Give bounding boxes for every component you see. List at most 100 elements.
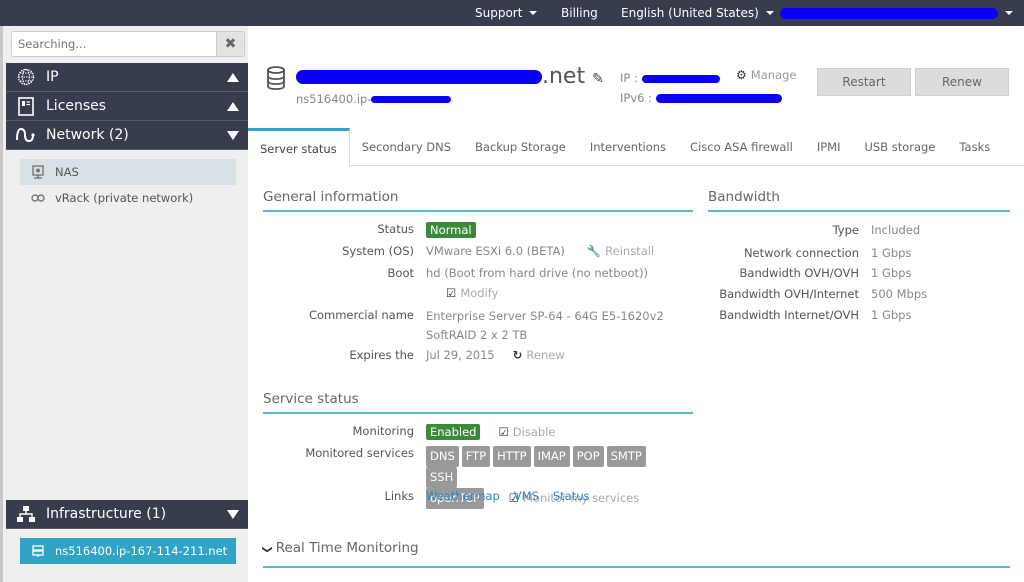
support-menu[interactable]: Support (475, 0, 538, 26)
monitoring-label: Monitoring (352, 424, 415, 438)
tab-usb-storage[interactable]: USB storage (852, 128, 947, 166)
ipv6-label: IPv6 : (620, 91, 652, 105)
boot-value: hd (Boot from hard drive (no netboot)) (426, 266, 649, 280)
support-label: Support (475, 6, 523, 20)
manage-ip-link[interactable]: ⚙ Manage (736, 68, 796, 82)
close-icon: ✖ (224, 36, 237, 52)
commercial-value-line1: Enterprise Server SP-64 - 64G E5-1620v2 (426, 309, 664, 323)
sidebar-section-label: Infrastructure (1) (46, 506, 167, 522)
database-icon (266, 66, 286, 93)
bandwidth-value: 1 Gbps (871, 266, 912, 280)
redacted-account (780, 7, 998, 19)
tab-backup-storage[interactable]: Backup Storage (463, 128, 578, 166)
boot-row: Boot hd (Boot from hard drive (no netboo… (263, 266, 649, 280)
chevron-down-icon: ❯ (261, 545, 273, 554)
modify-label: Modify (460, 286, 499, 300)
status-link[interactable]: Status (553, 489, 590, 503)
sidebar-section-network[interactable]: Network (2) (6, 121, 251, 150)
redacted-subtitle (371, 96, 452, 103)
tab-tasks[interactable]: Tasks (947, 128, 1002, 166)
ip-label: IP : (620, 71, 638, 85)
caret-down-icon (765, 11, 774, 15)
edit-pencil-icon[interactable]: ✎ (592, 71, 604, 87)
sidebar-item-nas[interactable]: NAS (20, 159, 236, 185)
monitoring-row: Monitoring Enabled ☑ Disable (263, 424, 555, 440)
boot-label: Boot (387, 266, 414, 280)
tab-cisco-asa-firewall[interactable]: Cisco ASA firewall (678, 128, 805, 166)
title-suffix: .net (542, 64, 586, 89)
monitoring-badge: Enabled (426, 424, 481, 440)
tab-secondary-dns[interactable]: Secondary DNS (350, 128, 463, 166)
reinstall-link[interactable]: 🔧 Reinstall (587, 244, 654, 258)
status-badge: Normal (426, 222, 476, 238)
tab-interventions[interactable]: Interventions (578, 128, 678, 166)
status-row: Status Normal (263, 222, 476, 238)
disable-label: Disable (512, 425, 556, 439)
bandwidth-row: Network connection 1 Gbps (708, 246, 912, 260)
bandwidth-value: 1 Gbps (871, 246, 912, 260)
renew-link[interactable]: ↻ Renew (513, 348, 565, 362)
top-bar: Support Billing English (United States) (0, 0, 1024, 26)
server-title: .net ✎ (296, 64, 604, 89)
collapse-arrow-icon (227, 101, 239, 111)
weathermap-link[interactable]: Weathermap (426, 489, 500, 503)
os-value: VMware ESXi 6.0 (BETA) (426, 244, 565, 258)
renew-button[interactable]: Renew (915, 68, 1009, 96)
clear-search-button[interactable]: ✖ (216, 32, 244, 56)
service-badge: FTP (461, 446, 491, 467)
bandwidth-label: Type (832, 223, 859, 237)
disable-monitoring-link[interactable]: ☑ Disable (498, 424, 555, 440)
caret-down-icon (529, 11, 538, 15)
service-badge: POP (572, 446, 604, 467)
collapse-arrow-icon (227, 72, 239, 82)
language-label: English (United States) (621, 6, 759, 20)
account-menu[interactable] (780, 0, 1013, 26)
bandwidth-label: Network connection (743, 246, 859, 260)
expand-arrow-icon (227, 509, 239, 519)
sidebar-item-label: NAS (55, 165, 79, 179)
language-menu[interactable]: English (United States) (621, 0, 774, 26)
redacted-hostname (296, 70, 542, 84)
links-row: Links Weathermap VMS Status (263, 489, 604, 503)
vms-link[interactable]: VMS (514, 489, 539, 503)
realtime-monitoring-toggle[interactable]: ❯ Real Time Monitoring (261, 540, 1010, 568)
globe-icon (6, 68, 46, 86)
billing-link[interactable]: Billing (561, 0, 598, 26)
caret-down-icon (1005, 11, 1013, 15)
bandwidth-value: Included (871, 223, 921, 237)
os-label: System (OS) (342, 244, 414, 258)
sidebar-section-infrastructure[interactable]: Infrastructure (1) (6, 500, 251, 529)
refresh-icon: ↻ (512, 348, 523, 362)
sidebar-item-vrack[interactable]: vRack (private network) (20, 185, 236, 211)
sidebar-section-label: IP (46, 69, 59, 85)
gear-icon: ⚙ (736, 68, 747, 82)
realtime-monitoring-label: Real Time Monitoring (275, 540, 419, 556)
bandwidth-row: Bandwidth Internet/OVH 1 Gbps (708, 308, 911, 322)
sidebar-section-licenses[interactable]: Licenses (6, 92, 251, 121)
bandwidth-value: 500 Mbps (871, 287, 928, 301)
main-content: .net ✎ ns516400.ip- IP : IPv6 : ⚙ Manage … (248, 26, 1024, 582)
tab-server-status[interactable]: Server status (248, 128, 350, 167)
expires-row: Expires the Jul 29, 2015 ↻ Renew (263, 348, 565, 362)
sidebar-section-label: Network (2) (46, 127, 129, 143)
tab-ipmi[interactable]: IPMI (805, 128, 853, 166)
nas-icon (20, 165, 55, 179)
redacted-ipv6 (655, 94, 782, 103)
expand-arrow-icon (227, 130, 239, 140)
sidebar-item-server[interactable]: ns516400.ip-167-114-211.net (20, 538, 236, 564)
restart-button[interactable]: Restart (817, 68, 911, 96)
bandwidth-value: 1 Gbps (871, 308, 912, 322)
service-badge: SSH (426, 467, 458, 488)
links-label: Links (384, 489, 414, 503)
modify-boot-link[interactable]: ☑ Modify (446, 286, 498, 300)
sidebar: ✖ IP Licenses Network (2) NAS vRack (pri… (0, 26, 251, 582)
server-subtitle: ns516400.ip- (296, 92, 452, 106)
search-input[interactable] (12, 32, 216, 56)
edit-icon: ☑ (498, 425, 509, 439)
sidebar-section-ip[interactable]: IP (6, 63, 251, 92)
sitemap-icon (6, 506, 46, 522)
expires-label: Expires the (349, 348, 414, 362)
manage-label: Manage (750, 68, 797, 82)
sidebar-item-label: ns516400.ip-167-114-211.net (55, 544, 228, 558)
sidebar-item-label: vRack (private network) (55, 191, 194, 205)
